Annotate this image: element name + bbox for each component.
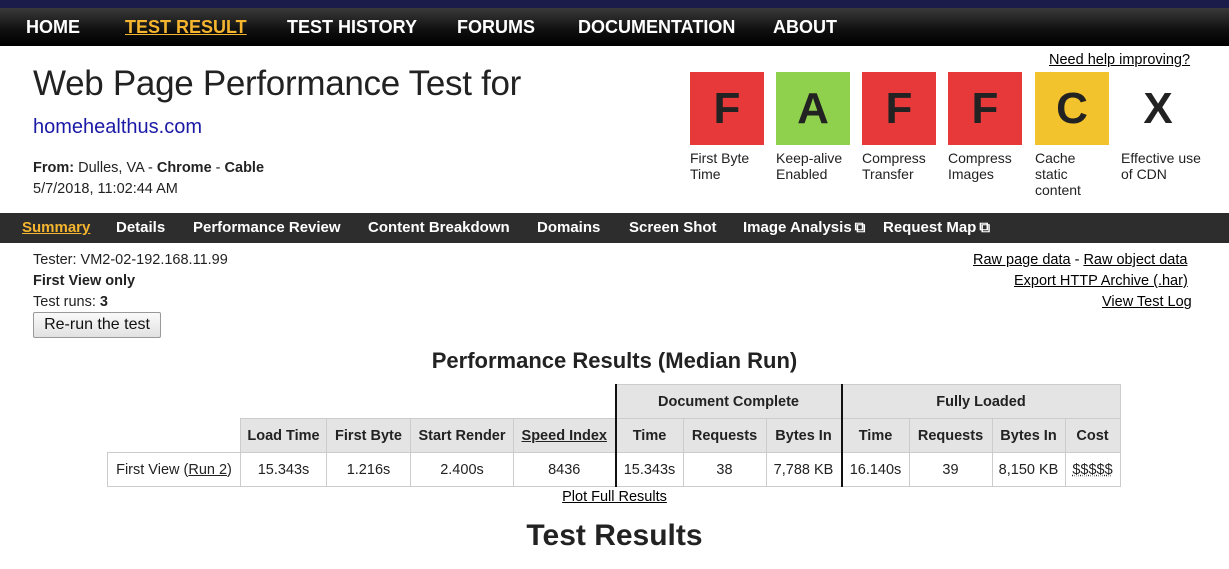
plot-full-results-link[interactable]: Plot Full Results (0, 489, 1229, 505)
tester-info: Tester: VM2-02-192.168.11.99 (33, 252, 228, 268)
external-link-icon: ⧉ (979, 219, 991, 236)
separator: - (143, 160, 157, 176)
help-improving-link[interactable]: Need help improving? (1049, 52, 1190, 68)
col-header-load-time: Load Time (240, 418, 327, 453)
row-label-end: ) (227, 461, 232, 478)
col-header-doc-requests: Requests (682, 418, 767, 453)
cell-doc-bytes-in: 7,788 KB (765, 452, 843, 487)
raw-object-data-link[interactable]: Raw object data (1083, 252, 1187, 268)
col-header-full-requests: Requests (908, 418, 993, 453)
tab-performance-review[interactable]: Performance Review (193, 219, 341, 236)
grade-label-cdn: Effective use of CDN (1121, 150, 1201, 182)
test-date: 5/7/2018, 11:02:44 AM (33, 181, 178, 197)
col-header-doc-bytes-in: Bytes In (765, 418, 843, 453)
nav-forums[interactable]: FORUMS (457, 17, 535, 38)
col-header-start-render: Start Render (410, 418, 514, 453)
tab-request-map[interactable]: Request Map ⧉ (883, 219, 990, 236)
page-title: Web Page Performance Test for (33, 64, 522, 103)
col-header-cost: Cost (1064, 418, 1121, 453)
separator: - (1070, 252, 1084, 268)
test-runs-count: 3 (99, 294, 108, 310)
cell-full-bytes-in: 8,150 KB (991, 452, 1066, 487)
performance-results-title: Performance Results (Median Run) (431, 348, 798, 373)
cell-full-requests: 39 (908, 452, 993, 487)
cell-start-render: 2.400s (410, 452, 514, 487)
grade-label-compress-images: Compress Images (948, 150, 1012, 182)
nav-about[interactable]: ABOUT (773, 17, 837, 38)
raw-page-data-link[interactable]: Raw page data (973, 252, 1071, 268)
grade-compress-images[interactable]: F (948, 72, 1022, 145)
view-test-log-link[interactable]: View Test Log (1102, 294, 1192, 310)
from-label: From: (33, 160, 75, 176)
blank-cell (327, 385, 411, 419)
test-results-heading: Test Results (526, 519, 703, 552)
col-header-first-byte: First Byte (326, 418, 411, 453)
blank-cell (241, 385, 327, 419)
tab-summary[interactable]: Summary (22, 219, 90, 236)
cell-doc-requests: 38 (682, 452, 767, 487)
view-info: First View only (33, 273, 136, 289)
tab-content-breakdown[interactable]: Content Breakdown (368, 219, 510, 236)
tab-image-analysis-label: Image Analysis (743, 219, 852, 236)
group-header-document-complete: Document Complete (614, 384, 843, 419)
test-runs-info: Test runs: 3 (33, 294, 108, 310)
grade-cdn[interactable]: X (1121, 72, 1195, 145)
blank-cell (411, 385, 514, 419)
browser-text: Chrome (156, 160, 212, 176)
tab-details[interactable]: Details (116, 219, 165, 236)
grade-label-first-byte: First Byte Time (690, 150, 750, 182)
group-header-fully-loaded: Fully Loaded (840, 384, 1121, 419)
tab-request-map-label: Request Map (883, 219, 977, 236)
export-har-link[interactable]: Export HTTP Archive (.har) (1014, 273, 1188, 289)
nav-test-history[interactable]: TEST HISTORY (287, 17, 417, 38)
tested-site-link[interactable]: homehealthus.com (33, 116, 202, 139)
cell-cost[interactable]: $$$$$ (1064, 452, 1121, 487)
cell-load-time: 15.343s (240, 452, 327, 487)
col-header-full-time: Time (840, 418, 910, 453)
location-text: Dulles, VA (78, 160, 144, 176)
grade-compress-transfer[interactable]: F (862, 72, 936, 145)
external-link-icon: ⧉ (854, 219, 866, 236)
nav-home[interactable]: HOME (26, 17, 80, 38)
col-header-full-bytes-in: Bytes In (991, 418, 1066, 453)
grade-label-cache-static: Cache static content (1035, 150, 1081, 198)
grade-keep-alive[interactable]: A (776, 72, 850, 145)
row-label-text: First View ( (116, 461, 189, 478)
test-location: From: Dulles, VA - Chrome - Cable (33, 160, 264, 176)
raw-data-links: Raw page data - Raw object data (973, 252, 1187, 268)
nav-test-result[interactable]: TEST RESULT (125, 17, 247, 38)
grade-first-byte-time[interactable]: F (690, 72, 764, 145)
col-header-doc-time: Time (614, 418, 684, 453)
grade-cache-static[interactable]: C (1035, 72, 1109, 145)
connection-text: Cable (224, 160, 265, 176)
run-2-link[interactable]: Run 2 (188, 462, 227, 478)
tab-domains[interactable]: Domains (537, 219, 600, 236)
blank-cell (513, 384, 617, 419)
top-nav-bar: HOME TEST RESULT TEST HISTORY FORUMS DOC… (0, 0, 1229, 46)
col-header-speed-index[interactable]: Speed Index (513, 418, 617, 453)
results-tab-bar: Summary Details Performance Review Conte… (0, 213, 1229, 243)
row-label: First View (Run 2) (107, 452, 241, 487)
grade-label-keep-alive: Keep-alive Enabled (776, 150, 843, 182)
performance-results-table: Document Complete Fully Loaded Load Time… (107, 384, 1121, 487)
nav-documentation[interactable]: DOCUMENTATION (578, 17, 735, 38)
cell-doc-time: 15.343s (614, 452, 684, 487)
cell-speed-index: 8436 (513, 452, 617, 487)
test-runs-label: Test runs: (33, 294, 100, 310)
grade-label-compress-transfer: Compress Transfer (862, 150, 926, 182)
cell-first-byte: 1.216s (326, 452, 411, 487)
table-row: First View (Run 2) 15.343s 1.216s 2.400s… (107, 452, 1121, 487)
tab-image-analysis[interactable]: Image Analysis ⧉ (743, 219, 865, 236)
tab-screen-shot[interactable]: Screen Shot (629, 219, 717, 236)
cell-full-time: 16.140s (840, 452, 910, 487)
rerun-test-button[interactable]: Re-run the test (33, 312, 161, 338)
blank-cell (108, 419, 241, 453)
separator: - (211, 160, 225, 176)
blank-cell (108, 385, 241, 419)
